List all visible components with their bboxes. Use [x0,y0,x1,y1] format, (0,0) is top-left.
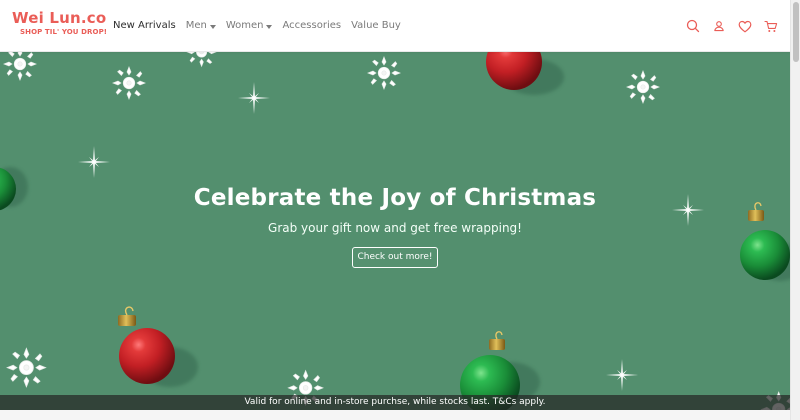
chevron-down-icon [209,25,216,29]
page-scrollbar[interactable] [790,0,800,420]
nav-label-new-arrivals: New Arrivals [113,20,176,31]
search-icon [686,19,700,33]
user-icon [714,21,724,32]
brand-name: Wei Lun.co [12,9,107,27]
nav-label-accessories: Accessories [282,20,342,31]
page-bottom-strip [0,410,790,420]
cart-icon [764,20,778,32]
hero-banner: Celebrate the Joy of Christmas Grab your… [0,52,790,420]
nav-accessories[interactable]: Accessories [282,18,341,34]
top-navbar: Wei Lun.co SHOP TIL' YOU DROP! New Arriv… [0,0,790,52]
main-navigation: New Arrivals Men Women Accessories Value… [113,18,411,34]
check-out-more-button[interactable]: Check out more! [352,247,438,268]
nav-men[interactable]: Men [186,18,216,34]
scrollbar-thumb[interactable] [793,2,799,62]
nav-women[interactable]: Women [226,18,273,34]
account-button[interactable] [706,17,732,35]
nav-label-men: Men [185,20,207,31]
brand-logo[interactable]: Wei Lun.co SHOP TIL' YOU DROP! [12,10,107,42]
chevron-down-icon [266,25,273,29]
promo-disclaimer-bar: Valid for online and in-store purchse, w… [0,395,790,410]
cart-button[interactable] [758,17,784,35]
red-ornament-bottom-left [118,306,175,384]
heart-icon [738,20,752,32]
nav-icon-group [680,17,784,35]
nav-value-buy[interactable]: Value Buy [351,18,401,34]
nav-label-value-buy: Value Buy [351,20,401,31]
wishlist-button[interactable] [732,17,758,35]
promo-disclaimer-text: Valid for online and in-store purchse, w… [244,397,546,407]
search-button[interactable] [680,17,706,35]
nav-label-women: Women [225,20,264,31]
nav-new-arrivals[interactable]: New Arrivals [113,18,176,34]
christmas-decorations [0,52,790,420]
brand-tagline: SHOP TIL' YOU DROP! [20,28,108,36]
green-ornament-right [740,202,790,280]
